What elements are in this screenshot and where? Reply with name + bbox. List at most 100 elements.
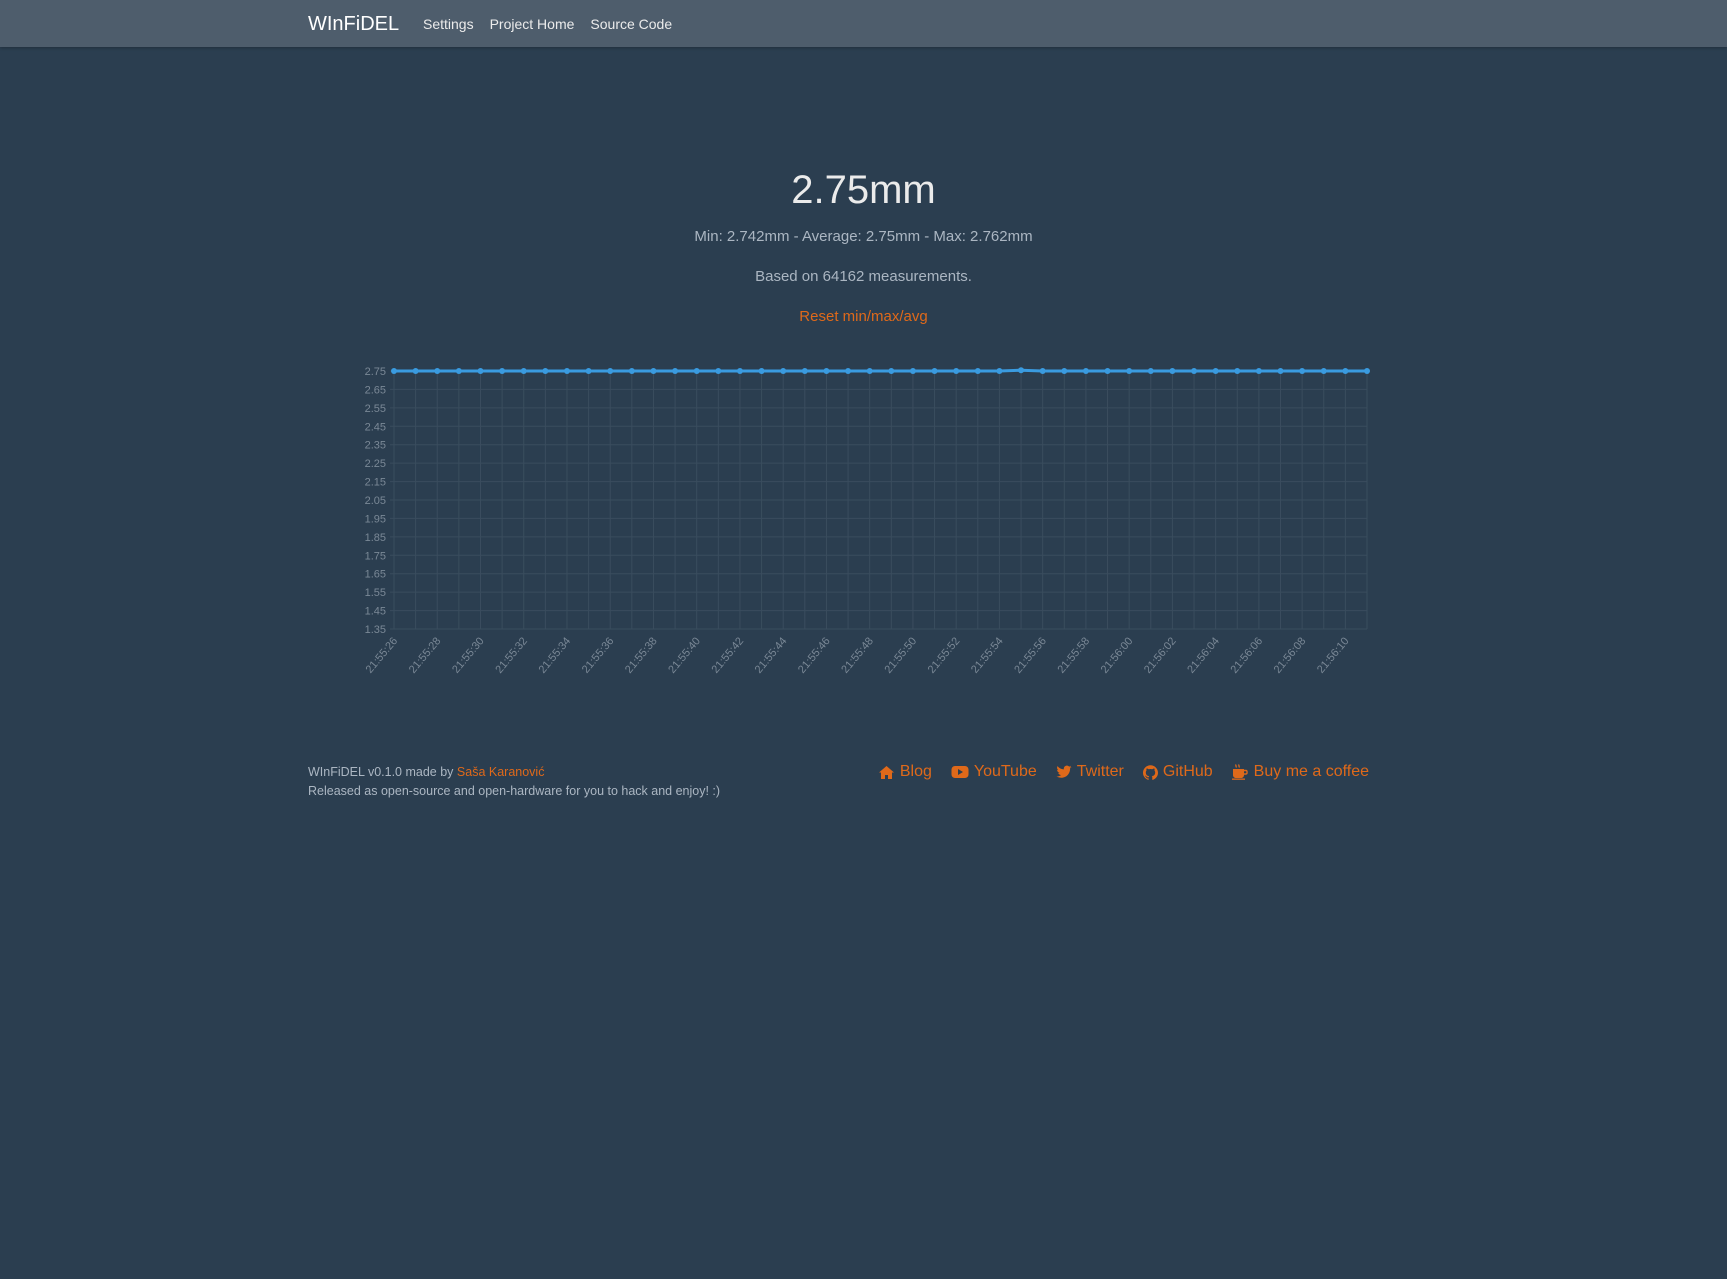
chart-x-tick-label: 21:55:44 — [753, 635, 790, 676]
chart-x-tick-label: 21:56:04 — [1185, 635, 1222, 676]
min-avg-max-stats: Min: 2.742mm - Average: 2.75mm - Max: 2.… — [694, 228, 1033, 245]
chart-data-point — [1061, 368, 1068, 374]
chart-y-tick-label: 2.35 — [365, 440, 386, 452]
chart-data-point — [715, 368, 722, 374]
nav-source-code-link[interactable]: Source Code — [590, 16, 672, 32]
measurement-count: Based on 64162 measurements. — [755, 268, 972, 285]
brand-logo[interactable]: WInFiDEL — [308, 13, 399, 36]
chart-data-point — [1082, 368, 1089, 374]
chart-data-point — [455, 368, 462, 374]
current-reading: 2.75mm — [791, 168, 936, 212]
chart-y-tick-label: 2.15 — [365, 477, 386, 489]
chart-data-point — [1169, 368, 1176, 374]
chart-x-tick-label: 21:55:40 — [666, 635, 703, 676]
chart-x-tick-label: 21:55:58 — [1055, 635, 1092, 676]
chart-y-tick-label: 1.95 — [365, 513, 386, 525]
buy-me-a-coffee-link-label: Buy me a coffee — [1253, 763, 1369, 780]
nav-project-home-link[interactable]: Project Home — [490, 16, 575, 32]
chart-data-point — [866, 368, 873, 374]
chart-data-point — [1191, 368, 1198, 374]
chart-data-point — [1320, 368, 1327, 374]
chart-data-point — [996, 368, 1003, 374]
chart-data-point — [780, 368, 787, 374]
chart-x-tick-label: 21:55:50 — [883, 635, 920, 676]
blog-link[interactable]: Blog — [878, 763, 932, 781]
chart-data-point — [845, 368, 852, 374]
footer-tagline: Released as open-source and open-hardwar… — [308, 784, 721, 798]
chart-data-point — [499, 368, 506, 374]
diameter-line-chart: 2.75 2.65 2.55 2.45 2.35 2.25 2.15 2.05 1.95 1.85… — [364, 366, 1370, 676]
youtube-link[interactable]: YouTube — [951, 763, 1037, 781]
chart-data-point — [758, 368, 765, 374]
chart-y-tick-label: 2.25 — [365, 458, 386, 470]
youtube-link-label: YouTube — [973, 763, 1037, 780]
coffee-icon — [1231, 764, 1248, 780]
chart-data-point — [823, 368, 830, 374]
chart-y-tick-label: 2.75 — [365, 366, 386, 378]
chart-y-tick-label: 1.35 — [365, 624, 386, 636]
chart-x-tick-label: 21:56:10 — [1315, 635, 1352, 676]
navbar: WInFiDEL Settings Project Home Source Co… — [0, 0, 1727, 47]
twitter-link-label: Twitter — [1076, 763, 1124, 780]
chart-data-point — [542, 368, 549, 374]
chart-data-point — [801, 368, 808, 374]
chart-x-tick-label: 21:55:52 — [926, 635, 963, 676]
reset-stats-link[interactable]: Reset min/max/avg — [799, 308, 927, 325]
chart-y-tick-label: 1.55 — [365, 587, 386, 599]
chart-y-tick-label: 2.45 — [365, 421, 386, 433]
chart-x-tick-label: 21:55:32 — [493, 635, 530, 676]
chart-data-point — [520, 368, 527, 374]
chart-data-point — [1255, 368, 1262, 374]
chart-data-point — [736, 368, 743, 374]
chart-data-point — [563, 368, 570, 374]
chart-data-point — [1018, 367, 1025, 374]
chart-x-tick-label: 21:55:56 — [1012, 635, 1049, 676]
twitter-icon — [1056, 765, 1072, 778]
twitter-link[interactable]: Twitter — [1056, 763, 1124, 781]
chart-data-point — [672, 368, 679, 374]
chart-data-point — [434, 368, 441, 374]
chart-data-point — [391, 368, 397, 374]
chart-x-tick-label: 21:56:08 — [1272, 635, 1309, 676]
buy-me-a-coffee-link[interactable]: Buy me a coffee — [1231, 763, 1369, 781]
chart-data-point — [931, 368, 938, 374]
chart-x-tick-label: 21:55:30 — [450, 635, 487, 676]
chart-data-point — [607, 368, 614, 374]
chart-data-point — [412, 368, 419, 374]
chart-data-point — [1234, 368, 1241, 374]
chart-data-point — [1299, 368, 1306, 374]
chart-data-point — [1039, 368, 1046, 374]
chart-y-tick-label: 2.05 — [365, 495, 386, 507]
chart-x-tick-label: 21:55:38 — [623, 635, 660, 676]
chart-x-tick-label: 21:56:00 — [1099, 635, 1136, 676]
github-icon — [1142, 764, 1158, 780]
reset-container: Reset min/max/avg — [0, 308, 1727, 325]
chart-data-point — [953, 368, 960, 374]
chart-data-point — [974, 368, 981, 374]
chart-x-tick-label: 21:55:42 — [710, 635, 747, 676]
github-link[interactable]: GitHub — [1142, 763, 1213, 781]
chart-data-point — [888, 368, 895, 374]
chart-data-point — [693, 368, 700, 374]
nav-links: Settings Project Home Source Code — [423, 16, 672, 32]
author-link[interactable]: Saša Karanović — [457, 765, 545, 779]
chart-data-point — [1104, 368, 1111, 374]
chart-x-tick-label: 21:55:28 — [407, 635, 444, 676]
chart-y-tick-label: 1.65 — [365, 569, 386, 581]
chart-data-point — [1342, 368, 1349, 374]
chart-data-point — [909, 368, 916, 374]
chart-x-tick-label: 21:55:48 — [839, 635, 876, 676]
github-link-label: GitHub — [1162, 763, 1213, 780]
footer-credits: WInFiDEL v0.1.0 made by Saša Karanović R… — [308, 763, 720, 801]
chart-data-point — [1147, 368, 1154, 374]
chart-data-point — [650, 368, 657, 374]
chart-data-point — [585, 368, 592, 374]
chart-x-tick-label: 21:55:26 — [364, 635, 401, 676]
chart-data-point — [477, 368, 484, 374]
chart-x-tick-label: 21:55:46 — [796, 635, 833, 676]
credit-line: WInFiDEL v0.1.0 made by Saša Karanović — [308, 763, 720, 782]
chart-data-point — [1364, 368, 1370, 374]
nav-settings-link[interactable]: Settings — [423, 16, 474, 32]
chart-x-tick-label: 21:56:02 — [1142, 635, 1179, 676]
chart-series-line — [394, 368, 1367, 373]
